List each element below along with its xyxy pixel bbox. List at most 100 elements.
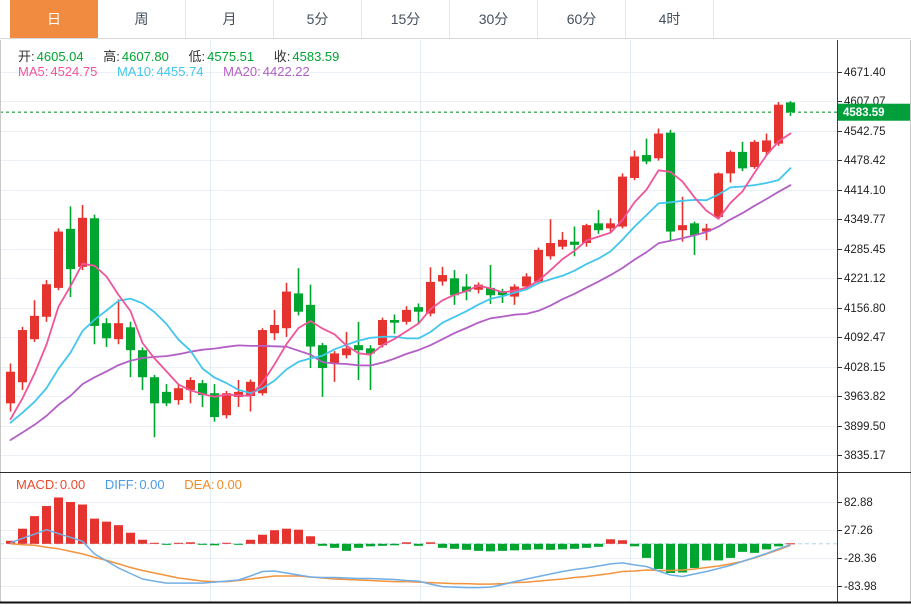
candle-body xyxy=(450,278,459,295)
macd-bar xyxy=(642,544,651,558)
candle-body xyxy=(654,134,663,159)
macd-bar xyxy=(138,540,147,544)
macd-bar xyxy=(762,544,771,550)
candle-body xyxy=(630,156,639,178)
candles-layer xyxy=(6,101,795,437)
axis-label: 4028.15 xyxy=(844,362,886,374)
candle-body xyxy=(90,218,99,326)
macd-bar xyxy=(558,544,567,550)
macd-bar xyxy=(450,544,459,549)
kline-chart-canvas[interactable]: 4671.404607.074542.754478.424414.104349.… xyxy=(0,0,911,607)
macd-bar xyxy=(318,544,327,546)
macd-bar xyxy=(594,544,603,547)
macd-bar xyxy=(474,544,483,551)
macd-bar xyxy=(666,544,675,573)
candle-body xyxy=(570,242,579,245)
candle-body xyxy=(378,320,387,345)
macd-bar xyxy=(234,544,243,545)
candle-body xyxy=(558,240,567,247)
reference-lines xyxy=(0,112,837,544)
macd-bar xyxy=(30,516,39,544)
candle-body xyxy=(102,323,111,338)
axis-label: 82.88 xyxy=(844,497,873,509)
current-price-tag-value: 4583.59 xyxy=(843,107,885,119)
candle-body xyxy=(6,372,15,404)
axis-label: 3963.82 xyxy=(844,391,886,403)
macd-bar xyxy=(294,530,303,544)
candle-body xyxy=(42,284,51,317)
candle-body xyxy=(750,142,759,167)
macd-bar xyxy=(498,544,507,551)
candle-body xyxy=(594,223,603,230)
macd-bar xyxy=(18,529,27,544)
candle-body xyxy=(66,229,75,269)
macd-layer xyxy=(6,497,795,587)
macd-bar xyxy=(438,544,447,548)
macd-bar xyxy=(510,544,519,551)
candle-body xyxy=(678,225,687,230)
macd-bar xyxy=(774,544,783,547)
candle-body xyxy=(174,388,183,400)
macd-bar xyxy=(330,544,339,548)
candle-body xyxy=(546,243,555,256)
macd-bar xyxy=(198,544,207,545)
macd-bar xyxy=(486,544,495,552)
axis-label: 4221.12 xyxy=(844,273,886,285)
macd-bar xyxy=(630,544,639,547)
candle-body xyxy=(342,348,351,355)
axis-label: 3835.17 xyxy=(844,450,886,462)
candle-body xyxy=(114,323,123,339)
macd-bar xyxy=(690,544,699,568)
axis-label: 4671.40 xyxy=(844,67,886,79)
macd-bar xyxy=(378,544,387,546)
macd-bar xyxy=(570,544,579,549)
candle-body xyxy=(54,232,63,288)
macd-bar xyxy=(222,543,231,544)
macd-bar xyxy=(654,544,663,569)
macd-bar xyxy=(786,543,795,544)
macd-bar xyxy=(54,497,63,543)
axis-label: 27.26 xyxy=(844,525,873,537)
candle-body xyxy=(666,133,675,232)
macd-bar xyxy=(714,544,723,561)
macd-bar xyxy=(258,535,267,544)
candle-body xyxy=(330,353,339,363)
macd-bar xyxy=(126,533,135,544)
candle-body xyxy=(294,293,303,311)
candle-body xyxy=(402,310,411,322)
candle-body xyxy=(606,223,615,228)
axis-label: -83.98 xyxy=(844,581,877,593)
axis-label: 4156.80 xyxy=(844,303,886,315)
candle-body xyxy=(738,152,747,168)
macd-bar xyxy=(738,544,747,552)
candle-body xyxy=(690,223,699,235)
candle-body xyxy=(354,345,363,350)
macd-bar xyxy=(426,542,435,544)
macd-bar xyxy=(102,522,111,544)
axis-label: 4092.47 xyxy=(844,332,886,344)
macd-bar xyxy=(726,544,735,558)
candle-body xyxy=(438,275,447,281)
candle-body xyxy=(642,155,651,161)
macd-bar xyxy=(186,542,195,544)
macd-bar xyxy=(462,544,471,550)
kline-widget: 日 周 月 5分 15分 30分 60分 4时 4671.404607.0745… xyxy=(0,0,911,607)
candle-body xyxy=(78,218,87,267)
candle-body xyxy=(30,316,39,339)
candle-body xyxy=(414,307,423,312)
candle-body xyxy=(150,377,159,403)
macd-bar xyxy=(402,542,411,544)
candle-body xyxy=(306,305,315,347)
macd-bar xyxy=(162,544,171,545)
candle-body xyxy=(222,393,231,415)
axis-label: 4349.77 xyxy=(844,214,886,226)
macd-bar xyxy=(414,544,423,546)
axis-label: 4414.10 xyxy=(844,185,886,197)
axis-label: 4478.42 xyxy=(844,155,886,167)
macd-bar xyxy=(546,544,555,550)
macd-bar xyxy=(366,544,375,547)
axis-label: 4285.45 xyxy=(844,244,886,256)
candle-body xyxy=(774,105,783,144)
macd-bar xyxy=(114,525,123,544)
macd-bar xyxy=(750,544,759,553)
